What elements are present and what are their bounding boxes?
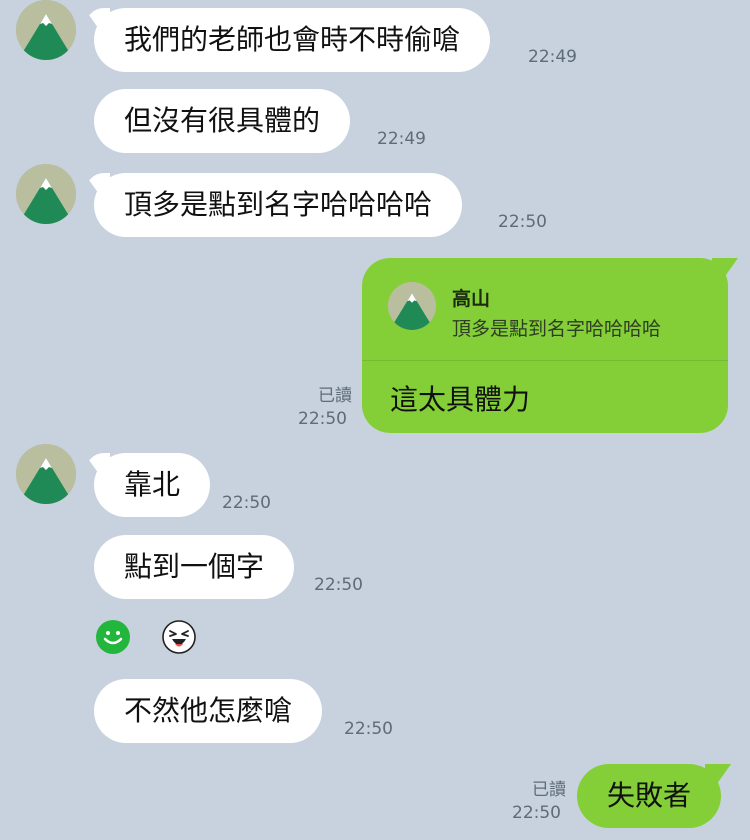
- mountain-icon: [16, 444, 76, 504]
- read-receipt: 已讀: [532, 780, 566, 800]
- message-time: 22:50: [512, 803, 561, 823]
- contact-avatar[interactable]: [16, 0, 76, 60]
- green-smiley-icon[interactable]: [96, 620, 130, 654]
- quoted-text: 頂多是點到名字哈哈哈哈: [452, 318, 662, 340]
- chat-view[interactable]: 我們的老師也會時不時偷嗆 22:49 但沒有很具體的 22:49 頂多是點到名字…: [0, 0, 750, 840]
- message-text: 我們的老師也會時不時偷嗆: [124, 23, 461, 56]
- contact-avatar[interactable]: [16, 164, 76, 224]
- message-bubble[interactable]: 點到一個字: [94, 535, 295, 599]
- message-time: 22:50: [314, 575, 363, 595]
- mountain-icon: [16, 164, 76, 224]
- message-time: 22:49: [377, 129, 426, 149]
- message-bubble[interactable]: 靠北: [94, 453, 211, 517]
- message-bubble[interactable]: 不然他怎麼嗆: [94, 679, 323, 743]
- message-time: 22:50: [498, 212, 547, 232]
- message-bubble[interactable]: 但沒有很具體的: [94, 89, 351, 153]
- mountain-icon: [16, 0, 76, 60]
- message-text: 點到一個字: [124, 550, 265, 583]
- message-text: 這太具體力: [390, 383, 531, 416]
- contact-avatar[interactable]: [16, 444, 76, 504]
- mountain-icon: [388, 282, 436, 330]
- message-bubble[interactable]: 我們的老師也會時不時偷嗆: [94, 8, 491, 72]
- reply-message-bubble[interactable]: 高山 頂多是點到名字哈哈哈哈 這太具體力: [362, 258, 728, 433]
- message-time: 22:50: [222, 493, 271, 513]
- quoted-avatar: [388, 282, 436, 330]
- quoted-sender-name: 高山: [452, 288, 491, 310]
- message-bubble[interactable]: 頂多是點到名字哈哈哈哈: [94, 173, 463, 237]
- message-text: 失敗者: [607, 779, 692, 812]
- message-text: 但沒有很具體的: [124, 104, 321, 137]
- message-time: 22:50: [298, 409, 347, 429]
- quoted-message[interactable]: 高山 頂多是點到名字哈哈哈哈: [362, 258, 728, 361]
- message-time: 22:49: [528, 47, 577, 67]
- message-text: 不然他怎麼嗆: [124, 694, 293, 727]
- read-receipt: 已讀: [318, 386, 352, 406]
- message-text: 靠北: [124, 468, 181, 501]
- message-time: 22:50: [344, 719, 393, 739]
- laughing-face-icon[interactable]: [162, 620, 196, 654]
- message-text: 頂多是點到名字哈哈哈哈: [124, 188, 433, 221]
- message-bubble[interactable]: 失敗者: [577, 764, 722, 828]
